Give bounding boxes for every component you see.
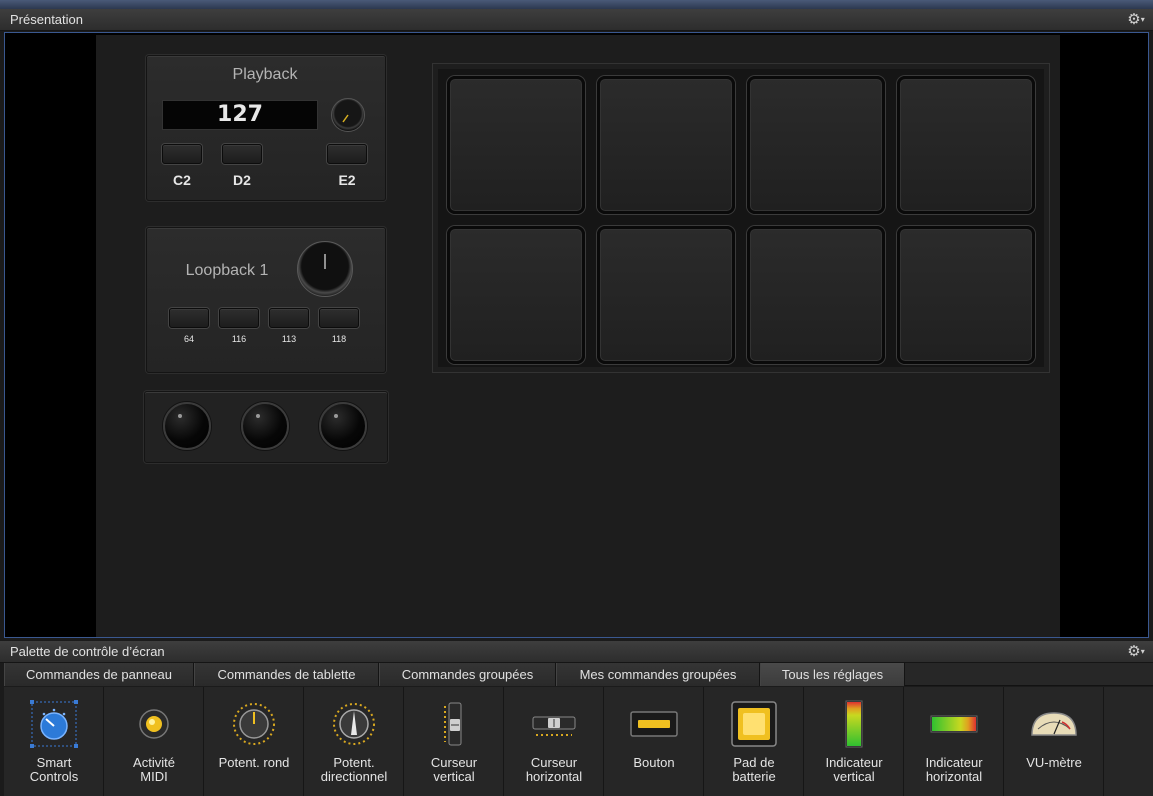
playback-button-label: E2	[338, 172, 356, 188]
vu-meter-icon	[1029, 699, 1079, 749]
palette-gear-menu[interactable]: ⚙▾	[1123, 643, 1149, 661]
drum-pad[interactable]	[597, 226, 735, 364]
palette-item-label: Indicateur vertical	[825, 755, 883, 784]
black-knob[interactable]	[163, 402, 211, 450]
loopback-knob[interactable]	[297, 241, 353, 297]
horizontal-slider-icon	[529, 699, 579, 749]
tab-commandes-de-panneau[interactable]: Commandes de panneau	[4, 663, 194, 686]
playback-button-e2[interactable]	[327, 144, 367, 164]
chevron-down-icon: ▾	[1140, 647, 1145, 656]
tab-mes-commandes-groupees[interactable]: Mes commandes groupées	[556, 663, 760, 686]
drum-pad[interactable]	[447, 226, 585, 364]
loopback-title: Loopback 1	[185, 262, 269, 279]
palette-item-label: Bouton	[633, 755, 675, 770]
palette-item-horizontal-meter[interactable]: Indicateur horizontal	[904, 687, 1004, 796]
playback-button-c2[interactable]	[162, 144, 202, 164]
gear-icon: ⚙	[1127, 11, 1141, 28]
drum-pad[interactable]	[897, 76, 1035, 214]
playback-knob[interactable]	[331, 98, 365, 132]
loopback-panel[interactable]: Loopback 1 64 116 113 118	[146, 227, 386, 373]
loopback-button[interactable]	[169, 308, 209, 328]
vertical-slider-icon	[429, 699, 479, 749]
knob-group-panel	[144, 391, 388, 463]
palette-item-drum-pad[interactable]: Pad de batterie	[704, 687, 804, 796]
playback-lcd-display: 127	[162, 100, 318, 130]
drum-pad[interactable]	[747, 76, 885, 214]
presentation-canvas: Playback 127 C2 D2 E2 Loopback 1 64 116 …	[96, 35, 1060, 637]
playback-button-label: D2	[233, 172, 251, 188]
drum-pad[interactable]	[447, 76, 585, 214]
drum-pad-icon	[729, 699, 779, 749]
loopback-button-label: 116	[231, 334, 247, 344]
presentation-titlebar: Présentation ⚙▾	[0, 9, 1153, 31]
vertical-meter-icon	[829, 699, 879, 749]
playback-button-d2[interactable]	[222, 144, 262, 164]
tab-tous-les-reglages[interactable]: Tous les réglages	[760, 663, 905, 686]
drum-pad-grid	[432, 63, 1050, 373]
palette-title: Palette de contrôle d’écran	[10, 644, 165, 659]
palette-item-label: Smart Controls	[29, 755, 79, 784]
palette-item-label: Pad de batterie	[732, 755, 776, 784]
palette-item-label: Indicateur horizontal	[925, 755, 983, 784]
loopback-button[interactable]	[219, 308, 259, 328]
loopback-button[interactable]	[319, 308, 359, 328]
loopback-button-label: 118	[331, 334, 347, 344]
black-knob[interactable]	[241, 402, 289, 450]
chevron-down-icon: ▾	[1140, 15, 1145, 24]
horizontal-meter-icon	[929, 699, 979, 749]
palette-tab-bar: Commandes de panneau Commandes de tablet…	[4, 663, 1153, 686]
palette-item-label: Potent. directionnel	[320, 755, 388, 784]
palette-titlebar: Palette de contrôle d’écran ⚙▾	[0, 641, 1153, 663]
palette-item-label: VU-mètre	[1026, 755, 1082, 770]
palette-item-horizontal-slider[interactable]: Curseur horizontal	[504, 687, 604, 796]
palette-item-label: Curseur vertical	[430, 755, 478, 784]
drum-pad[interactable]	[747, 226, 885, 364]
loopback-button-label: 64	[183, 334, 194, 344]
directional-knob-icon	[329, 699, 379, 749]
palette-item-smart-controls[interactable]: Smart Controls	[4, 687, 104, 796]
palette-item-vertical-slider[interactable]: Curseur vertical	[404, 687, 504, 796]
palette-item-label: Activité MIDI	[133, 755, 175, 784]
button-icon	[629, 699, 679, 749]
tab-commandes-groupees[interactable]: Commandes groupées	[379, 663, 556, 686]
playback-panel[interactable]: Playback 127 C2 D2 E2	[146, 55, 386, 201]
palette-item-strip: Smart Controls Activité MIDI Potent. ron…	[4, 687, 1153, 796]
window-top-strip	[0, 0, 1153, 9]
knob-indicator-icon	[342, 114, 349, 123]
palette-item-button[interactable]: Bouton	[604, 687, 704, 796]
palette-item-label: Potent. rond	[218, 755, 290, 770]
presentation-gear-menu[interactable]: ⚙▾	[1123, 11, 1149, 29]
gear-icon: ⚙	[1127, 643, 1141, 660]
drum-pad[interactable]	[597, 76, 735, 214]
midi-activity-icon	[129, 699, 179, 749]
palette-item-directional-knob[interactable]: Potent. directionnel	[304, 687, 404, 796]
smart-controls-icon	[29, 699, 79, 749]
playback-title: Playback	[232, 66, 298, 83]
tab-commandes-de-tablette[interactable]: Commandes de tablette	[194, 663, 379, 686]
round-knob-icon	[229, 699, 279, 749]
loopback-button[interactable]	[269, 308, 309, 328]
drum-pad[interactable]	[897, 226, 1035, 364]
loopback-button-label: 113	[281, 334, 297, 344]
presentation-title: Présentation	[10, 12, 83, 27]
palette-item-vu-meter[interactable]: VU-mètre	[1004, 687, 1104, 796]
palette-item-vertical-meter[interactable]: Indicateur vertical	[804, 687, 904, 796]
playback-button-label: C2	[173, 172, 191, 188]
palette-item-label: Curseur horizontal	[525, 755, 583, 784]
presentation-viewport: Playback 127 C2 D2 E2 Loopback 1 64 116 …	[4, 32, 1149, 638]
palette-item-midi-activity[interactable]: Activité MIDI	[104, 687, 204, 796]
black-knob[interactable]	[319, 402, 367, 450]
palette-item-round-knob[interactable]: Potent. rond	[204, 687, 304, 796]
palette-item-empty	[1104, 687, 1153, 796]
knob-indicator-icon	[324, 254, 326, 269]
